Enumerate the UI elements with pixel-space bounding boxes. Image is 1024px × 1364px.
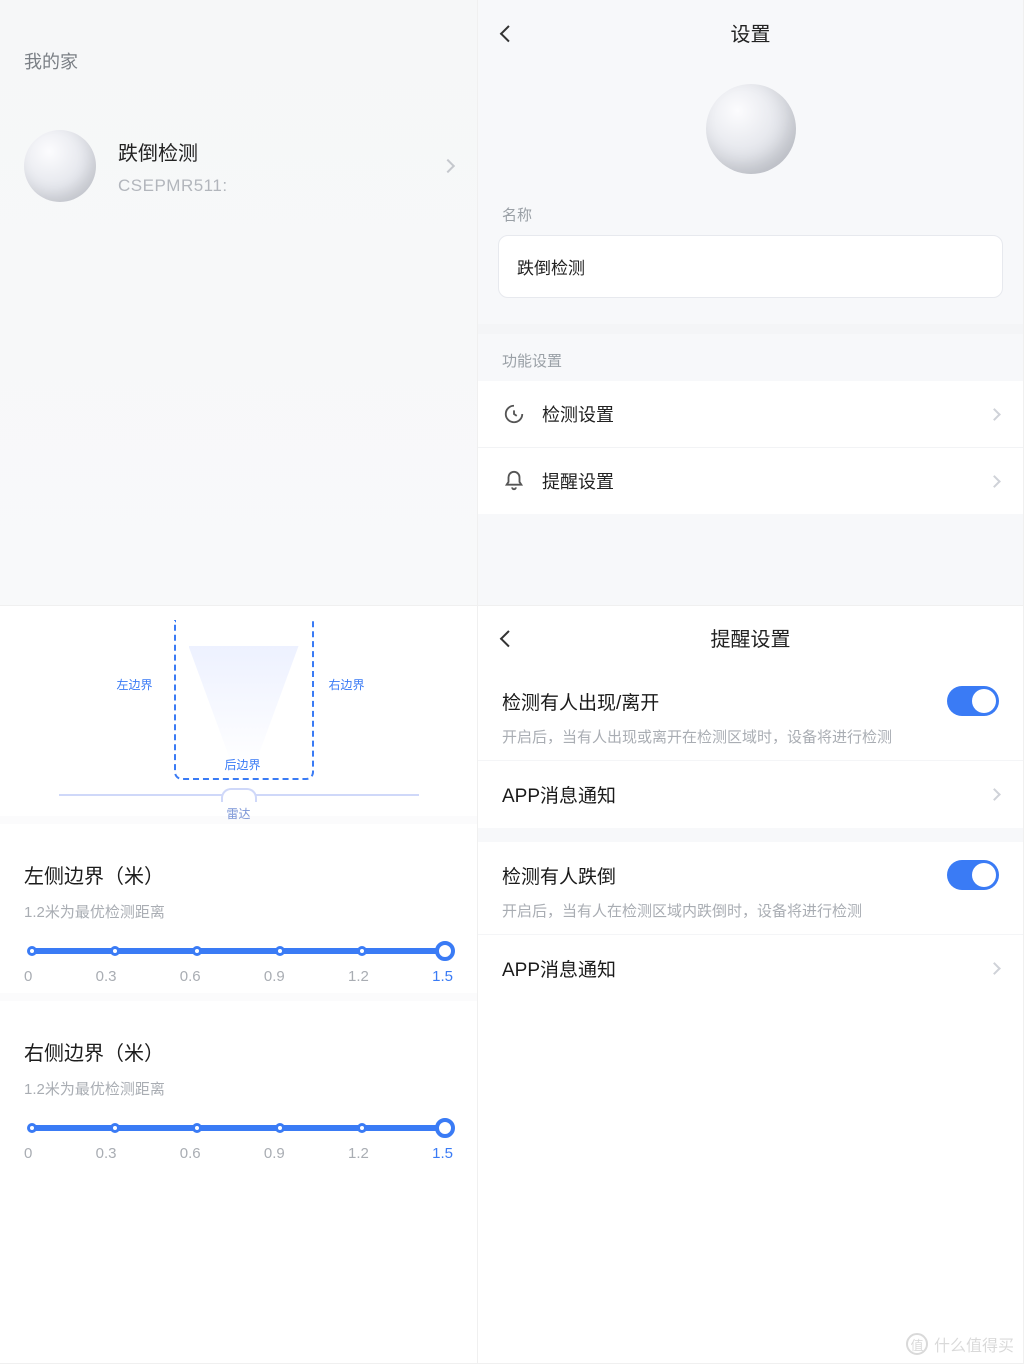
gauge-icon [502,402,526,426]
fall-toggle[interactable] [947,860,999,890]
chevron-right-icon [988,475,1001,488]
right-boundary-slider-block: 右侧边界（米） 1.2米为最优检测距离 0 0.3 0.6 0.9 1.2 1.… [0,993,477,1170]
name-field[interactable]: 跌倒检测 [498,235,1003,298]
slider-ticks: 0 0.3 0.6 0.9 1.2 1.5 [24,1145,453,1162]
presence-desc: 开启后，当有人出现或离开在检测区域时，设备将进行检测 [502,726,999,750]
radar-label: 雷达 [226,805,250,822]
right-boundary-slider[interactable] [32,1125,445,1131]
chevron-right-icon [988,788,1001,801]
bell-icon [502,469,526,493]
name-label: 名称 [478,204,1023,235]
chevron-right-icon [441,159,455,173]
fall-desc: 开启后，当有人在检测区域内跌倒时，设备将进行检测 [502,900,999,924]
slider-thumb[interactable] [435,941,455,961]
home-pane: 我的家 跌倒检测 CSEPMR511: [0,0,478,606]
reminder-settings-row[interactable]: 提醒设置 [478,447,1023,514]
left-boundary-slider-block: 左侧边界（米） 1.2米为最优检测距离 0 0.3 0.6 0.9 1.2 1.… [0,816,477,993]
chevron-right-icon [988,962,1001,975]
detect-settings-row[interactable]: 检测设置 [478,381,1023,447]
back-boundary-label: 后边界 [225,756,261,773]
left-boundary-slider[interactable] [32,948,445,954]
radar-icon [221,788,257,802]
device-row[interactable]: 跌倒检测 CSEPMR511: [24,122,453,210]
page-title: 提醒设置 [711,623,791,652]
home-title: 我的家 [0,0,477,74]
device-name: 跌倒检测 [118,137,421,166]
boundary-diagram: 左边界 右边界 后边界 雷达 [39,616,439,816]
device-sub: CSEPMR511: [118,176,421,196]
fall-group: 检测有人跌倒 开启后，当有人在检测区域内跌倒时，设备将进行检测 [478,842,1023,934]
device-image [706,84,796,174]
left-boundary-label: 左边界 [117,676,153,693]
app-notify-row-1[interactable]: APP消息通知 [478,760,1023,828]
boundary-pane: 左边界 右边界 后边界 雷达 左侧边界（米） 1.2米为最优检测距离 0 0.3… [0,606,478,1364]
device-icon [24,130,96,202]
slider-ticks: 0 0.3 0.6 0.9 1.2 1.5 [24,968,453,985]
slider-thumb[interactable] [435,1118,455,1138]
presence-label: 检测有人出现/离开 [502,688,659,715]
chevron-right-icon [988,408,1001,421]
presence-group: 检测有人出现/离开 开启后，当有人出现或离开在检测区域时，设备将进行检测 [478,668,1023,760]
presence-toggle[interactable] [947,686,999,716]
settings-pane: 设置 名称 跌倒检测 功能设置 检测设置 提醒设置 [478,0,1024,606]
app-notify-row-2[interactable]: APP消息通知 [478,934,1023,1002]
page-title: 设置 [731,18,771,47]
back-icon[interactable] [500,630,517,647]
back-icon[interactable] [500,25,517,42]
func-label: 功能设置 [478,334,1023,381]
reminder-pane: 提醒设置 检测有人出现/离开 开启后，当有人出现或离开在检测区域时，设备将进行检… [478,606,1024,1364]
fall-label: 检测有人跌倒 [502,862,616,889]
right-boundary-label: 右边界 [329,676,365,693]
